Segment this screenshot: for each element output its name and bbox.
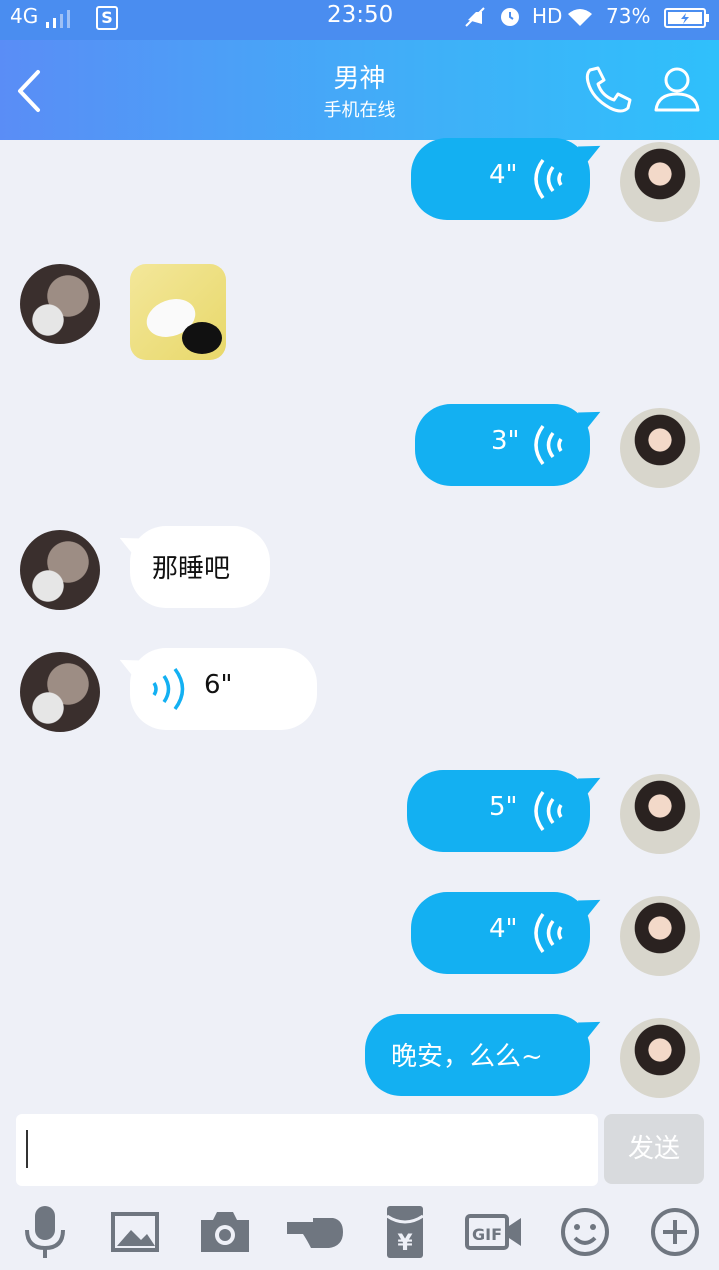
voice-duration: 6" <box>204 670 233 700</box>
network-type: 4G <box>10 4 39 28</box>
voice-message[interactable]: 4" <box>411 138 590 220</box>
chat-header: 男神 手机在线 <box>0 40 719 140</box>
voice-duration: 4" <box>489 914 518 944</box>
mute-icon <box>465 7 485 27</box>
my-avatar[interactable] <box>620 774 700 854</box>
microphone-icon[interactable] <box>13 1200 77 1264</box>
text-message[interactable]: 那睡吧 <box>130 526 270 608</box>
image-message[interactable] <box>130 264 226 360</box>
voice-message[interactable]: 3" <box>415 404 590 486</box>
wifi-icon <box>568 9 592 26</box>
voice-wave-icon <box>534 424 563 466</box>
contact-profile-icon[interactable] <box>652 64 702 114</box>
phone-call-icon[interactable] <box>582 64 632 116</box>
contact-avatar[interactable] <box>20 652 100 732</box>
gif-icon[interactable]: GIF <box>463 1200 527 1264</box>
voice-wave-icon <box>534 912 563 954</box>
emoji-icon[interactable] <box>553 1200 617 1264</box>
message-text: 那睡吧 <box>152 554 231 584</box>
signal-icon <box>46 10 70 28</box>
status-bar: 4G S 23:50 HD 73% <box>0 0 719 40</box>
text-message[interactable]: 晚安，么么~ <box>365 1014 590 1096</box>
image-icon[interactable] <box>103 1200 167 1264</box>
alarm-icon <box>501 8 519 26</box>
voice-wave-icon <box>152 667 185 711</box>
text-cursor <box>26 1130 28 1168</box>
battery-icon <box>664 8 709 28</box>
voice-wave-icon <box>534 790 563 832</box>
my-avatar[interactable] <box>620 896 700 976</box>
my-avatar[interactable] <box>620 142 700 222</box>
my-avatar[interactable] <box>620 1018 700 1098</box>
voice-message[interactable]: 4" <box>411 892 590 974</box>
battery-percent: 73% <box>606 4 651 28</box>
message-input[interactable] <box>16 1114 598 1186</box>
voice-duration: 3" <box>491 426 520 456</box>
hd-label: HD <box>532 4 563 28</box>
svg-text:GIF: GIF <box>472 1225 502 1244</box>
voice-duration: 5" <box>489 792 518 822</box>
voice-duration: 4" <box>489 160 518 190</box>
message-text: 晚安，么么~ <box>391 1042 543 1072</box>
send-button[interactable]: 发送 <box>604 1114 704 1184</box>
clock: 23:50 <box>327 2 394 28</box>
plus-icon[interactable] <box>643 1200 707 1264</box>
my-avatar[interactable] <box>620 408 700 488</box>
red-packet-icon[interactable]: ¥ <box>373 1200 437 1264</box>
voice-wave-icon <box>534 158 563 200</box>
camera-icon[interactable] <box>193 1200 257 1264</box>
contact-avatar[interactable] <box>20 264 100 344</box>
svg-text:¥: ¥ <box>397 1231 413 1256</box>
contact-avatar[interactable] <box>20 530 100 610</box>
voice-message[interactable]: 6" <box>130 648 317 730</box>
voice-message[interactable]: 5" <box>407 770 590 852</box>
poke-hand-icon[interactable] <box>283 1200 347 1264</box>
sim-badge: S <box>96 6 118 30</box>
